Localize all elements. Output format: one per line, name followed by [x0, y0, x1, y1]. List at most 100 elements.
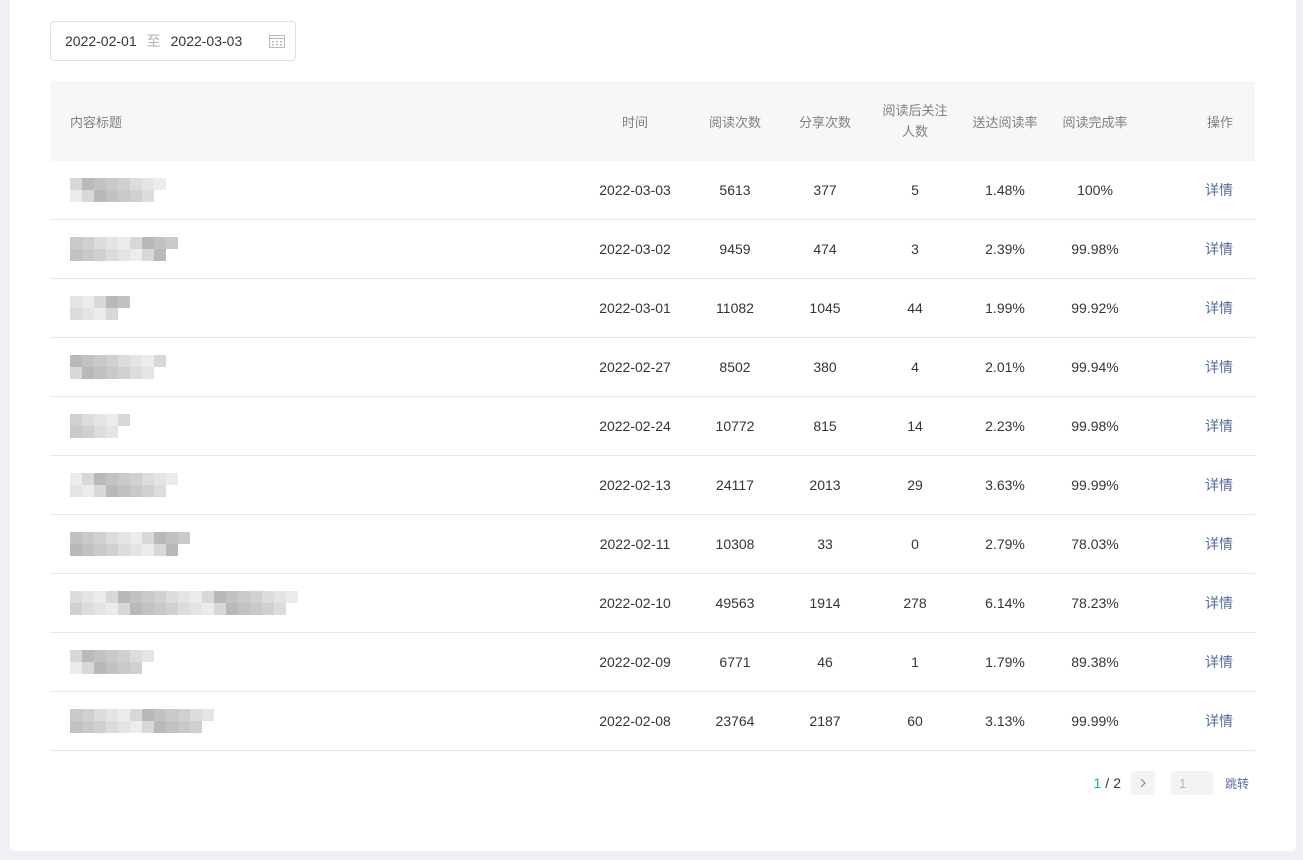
detail-link[interactable]: 详情: [1205, 654, 1233, 670]
row-title-blurred[interactable]: [50, 295, 580, 321]
row-delivery-rate: 1.79%: [985, 654, 1025, 670]
date-separator: 至: [146, 33, 161, 49]
header-action: 操作: [1206, 114, 1233, 130]
table-row: 2022-02-09 6771 46 1 1.79% 89.38% 详情: [50, 633, 1255, 692]
row-follows: 29: [907, 476, 923, 493]
row-completion-rate: 100%: [1077, 182, 1113, 198]
total-pages: 2: [1113, 775, 1121, 791]
row-action-cell: 详情: [1140, 593, 1255, 613]
next-page-button[interactable]: [1130, 771, 1155, 795]
row-title-blurred[interactable]: [50, 590, 580, 616]
header-reads: 阅读次数: [708, 114, 761, 130]
row-delivery-rate: 1.48%: [985, 182, 1025, 198]
row-title-blurred[interactable]: [50, 177, 580, 203]
row-follows: 278: [903, 594, 927, 611]
row-action-cell: 详情: [1140, 357, 1255, 377]
header-completion-rate: 阅读完成率: [1062, 114, 1128, 130]
row-time: 2022-02-09: [599, 654, 671, 670]
detail-link[interactable]: 详情: [1205, 300, 1233, 316]
page-jump-input[interactable]: [1170, 771, 1213, 795]
end-date[interactable]: 2022-03-03: [171, 33, 243, 49]
row-shares: 377: [813, 182, 837, 198]
row-reads: 6771: [719, 654, 751, 670]
row-completion-rate: 99.92%: [1071, 300, 1119, 316]
row-time: 2022-02-13: [599, 477, 671, 493]
detail-link[interactable]: 详情: [1205, 477, 1233, 493]
table-row: 2022-02-11 10308 33 0 2.79% 78.03% 详情: [50, 515, 1255, 574]
row-title-blurred[interactable]: [50, 531, 580, 557]
row-shares: 46: [817, 654, 833, 670]
row-shares: 1914: [809, 595, 841, 611]
blurred-title-image: [70, 590, 298, 616]
row-title-blurred[interactable]: [50, 649, 580, 675]
detail-link[interactable]: 详情: [1205, 713, 1233, 729]
header-follows-line2: 人数: [901, 124, 928, 139]
row-title-blurred[interactable]: [50, 354, 580, 380]
detail-link[interactable]: 详情: [1205, 595, 1233, 611]
row-delivery-rate: 2.79%: [985, 536, 1025, 552]
row-reads: 49563: [715, 595, 755, 611]
row-reads: 9459: [719, 241, 751, 257]
row-delivery-rate: 1.99%: [985, 300, 1025, 316]
row-reads: 10772: [715, 418, 755, 434]
date-range-picker[interactable]: 2022-02-01 至 2022-03-03: [50, 21, 296, 61]
row-follows: 4: [911, 358, 919, 375]
detail-link[interactable]: 详情: [1205, 418, 1233, 434]
row-completion-rate: 99.98%: [1071, 418, 1119, 434]
row-follows: 3: [911, 240, 919, 257]
table-row: 2022-02-27 8502 380 4 2.01% 99.94% 详情: [50, 338, 1255, 397]
row-time: 2022-02-11: [599, 536, 671, 552]
table-row: 2022-02-10 49563 1914 278 6.14% 78.23% 详情: [50, 574, 1255, 633]
row-reads: 5613: [719, 182, 751, 198]
row-completion-rate: 99.94%: [1071, 359, 1119, 375]
table-row: 2022-03-02 9459 474 3 2.39% 99.98% 详情: [50, 220, 1255, 279]
row-shares: 815: [813, 418, 837, 434]
header-follows: 阅读后关注 人数: [870, 100, 960, 142]
detail-link[interactable]: 详情: [1205, 359, 1233, 375]
table-row: 2022-02-24 10772 815 14 2.23% 99.98% 详情: [50, 397, 1255, 456]
row-action-cell: 详情: [1140, 711, 1255, 731]
row-completion-rate: 99.99%: [1071, 713, 1119, 729]
row-action-cell: 详情: [1140, 416, 1255, 436]
row-completion-rate: 78.23%: [1071, 595, 1119, 611]
row-time: 2022-02-24: [599, 418, 671, 434]
row-title-blurred[interactable]: [50, 708, 580, 734]
row-completion-rate: 99.98%: [1071, 241, 1119, 257]
row-completion-rate: 78.03%: [1071, 536, 1119, 552]
row-title-blurred[interactable]: [50, 472, 580, 498]
blurred-title-image: [70, 472, 178, 498]
blurred-title-image: [70, 649, 154, 675]
row-time: 2022-02-08: [599, 713, 671, 729]
row-action-cell: 详情: [1140, 180, 1255, 200]
detail-link[interactable]: 详情: [1205, 182, 1233, 198]
row-action-cell: 详情: [1140, 652, 1255, 672]
row-title-blurred[interactable]: [50, 236, 580, 262]
blurred-title-image: [70, 177, 166, 203]
pagination: 1 / 2 跳转: [1093, 771, 1249, 795]
detail-link[interactable]: 详情: [1205, 536, 1233, 552]
row-action-cell: 详情: [1140, 534, 1255, 554]
header-title: 内容标题: [70, 114, 123, 130]
blurred-title-image: [70, 236, 178, 262]
row-title-blurred[interactable]: [50, 413, 580, 439]
row-time: 2022-02-27: [599, 359, 671, 375]
detail-link[interactable]: 详情: [1205, 241, 1233, 257]
start-date[interactable]: 2022-02-01: [65, 33, 137, 49]
page-separator: /: [1105, 775, 1110, 791]
jump-button[interactable]: 跳转: [1225, 775, 1249, 792]
row-reads: 23764: [715, 713, 755, 729]
row-action-cell: 详情: [1140, 239, 1255, 259]
articles-table: 内容标题 时间 阅读次数 分享次数 阅读后关注 人数 送达阅读率 阅读完成率 操…: [50, 81, 1255, 751]
row-time: 2022-03-01: [599, 300, 671, 316]
row-shares: 380: [813, 359, 837, 375]
row-follows: 1: [911, 653, 919, 670]
current-page: 1: [1093, 775, 1102, 791]
table-header: 内容标题 时间 阅读次数 分享次数 阅读后关注 人数 送达阅读率 阅读完成率 操…: [50, 81, 1255, 161]
table-row: 2022-03-03 5613 377 5 1.48% 100% 详情: [50, 161, 1255, 220]
row-action-cell: 详情: [1140, 298, 1255, 318]
row-reads: 24117: [716, 477, 754, 493]
row-shares: 2013: [809, 477, 841, 493]
row-delivery-rate: 2.23%: [985, 418, 1025, 434]
row-delivery-rate: 6.14%: [985, 595, 1025, 611]
calendar-icon[interactable]: [269, 34, 285, 48]
